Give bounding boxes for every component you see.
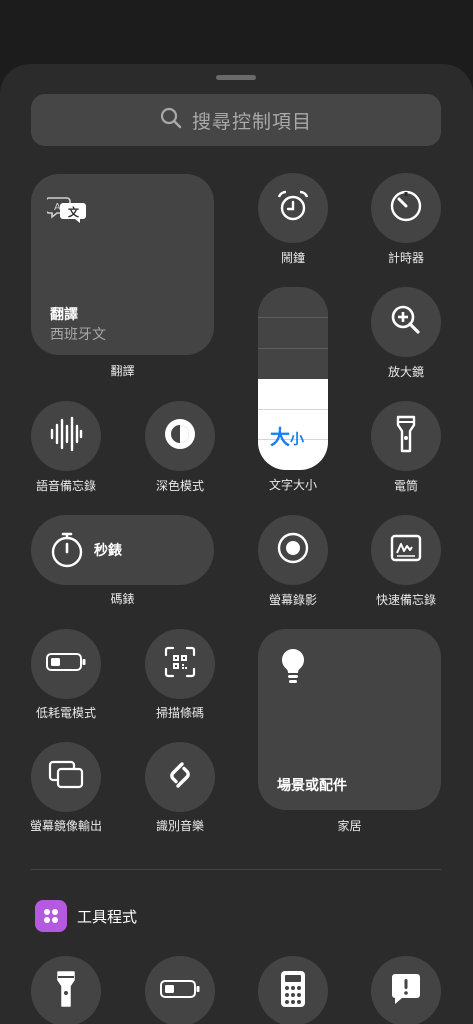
screen-mirror-label: 螢幕鏡像輸出	[29, 819, 102, 833]
dark-mode-icon	[162, 416, 198, 456]
flashlight-icon	[391, 414, 421, 458]
magnifier-icon	[388, 302, 424, 342]
battery-icon	[159, 978, 201, 1004]
slider-step-divider	[258, 348, 328, 349]
scan-code-button[interactable]	[145, 629, 215, 699]
utility-feedback-button[interactable]	[371, 956, 441, 1024]
search-controls-field[interactable]: 搜尋控制項目	[31, 94, 441, 146]
utility-calculator-button[interactable]	[258, 956, 328, 1024]
home-label: 家居	[337, 819, 362, 833]
flashlight-button[interactable]	[371, 401, 441, 471]
timer-button[interactable]	[371, 173, 441, 243]
battery-icon	[45, 651, 87, 677]
home-tile[interactable]: 場景或配件	[258, 629, 441, 810]
text-size-slider[interactable]: 大小	[258, 287, 328, 470]
section-divider	[31, 869, 441, 870]
low-power-button[interactable]	[31, 629, 101, 699]
flashlight-label: 電筒	[393, 479, 418, 493]
screen-mirror-icon	[47, 759, 85, 795]
search-placeholder: 搜尋控制項目	[191, 110, 312, 133]
slider-step-divider	[258, 317, 328, 318]
stopwatch-title: 秒錶	[94, 543, 122, 559]
quick-note-label: 快速備忘錄	[375, 593, 436, 607]
timer-icon	[388, 188, 424, 228]
alarm-label: 鬧鐘	[280, 251, 305, 265]
voice-memo-label: 語音備忘錄	[35, 479, 96, 493]
screen-record-label: 螢幕錄影	[268, 593, 317, 607]
qr-code-icon	[162, 644, 198, 684]
controls-sheet: 搜尋控制項目 A 文 翻譯 西班牙文 翻譯 鬧鐘 計時器 大小 文字大小 放大鏡…	[0, 64, 473, 1024]
voice-memo-button[interactable]	[31, 401, 101, 471]
utility-low-power-button[interactable]	[145, 956, 215, 1024]
stopwatch-label: 碼錶	[110, 592, 135, 606]
translate-title: 翻譯	[50, 307, 78, 323]
screen-mirror-button[interactable]	[31, 742, 101, 812]
waveform-icon	[46, 414, 86, 458]
screen-record-button[interactable]	[258, 515, 328, 585]
shazam-label: 識別音樂	[155, 819, 204, 833]
sheet-grabber[interactable]	[216, 75, 256, 80]
calculator-icon	[278, 969, 308, 1013]
text-size-icon: 大小	[270, 425, 304, 449]
home-title: 場景或配件	[277, 778, 347, 794]
stopwatch-icon	[48, 531, 86, 573]
translate-language: 西班牙文	[50, 327, 106, 343]
timer-label: 計時器	[387, 251, 424, 265]
alarm-clock-icon	[275, 188, 311, 228]
dark-mode-label: 深色模式	[155, 479, 204, 493]
shazam-button[interactable]	[145, 742, 215, 812]
feedback-icon	[388, 971, 424, 1011]
low-power-label: 低耗電模式	[35, 706, 96, 720]
text-size-label: 文字大小	[268, 478, 317, 492]
translate-tile[interactable]: A 文 翻譯 西班牙文	[31, 174, 214, 355]
record-icon	[275, 530, 311, 570]
translate-icon: A 文	[45, 194, 87, 228]
magnifier-label: 放大鏡	[387, 365, 424, 379]
dark-mode-button[interactable]	[145, 401, 215, 471]
magnifier-button[interactable]	[371, 287, 441, 357]
section-title: 工具程式	[77, 908, 138, 926]
utility-flashlight-button[interactable]	[31, 956, 101, 1024]
alarm-button[interactable]	[258, 173, 328, 243]
lightbulb-icon	[278, 647, 308, 689]
scan-code-label: 掃描條碼	[155, 706, 204, 720]
text-size-fill: 大小	[258, 379, 328, 470]
quick-note-icon	[388, 530, 424, 570]
quick-note-button[interactable]	[371, 515, 441, 585]
flashlight-icon	[51, 969, 81, 1013]
search-icon	[160, 107, 182, 133]
svg-text:文: 文	[68, 205, 80, 219]
shazam-icon	[162, 757, 198, 797]
svg-text:A: A	[54, 202, 61, 213]
stopwatch-tile[interactable]: 秒錶	[31, 515, 214, 585]
translate-label: 翻譯	[110, 364, 135, 378]
utilities-folder-icon	[35, 900, 67, 932]
